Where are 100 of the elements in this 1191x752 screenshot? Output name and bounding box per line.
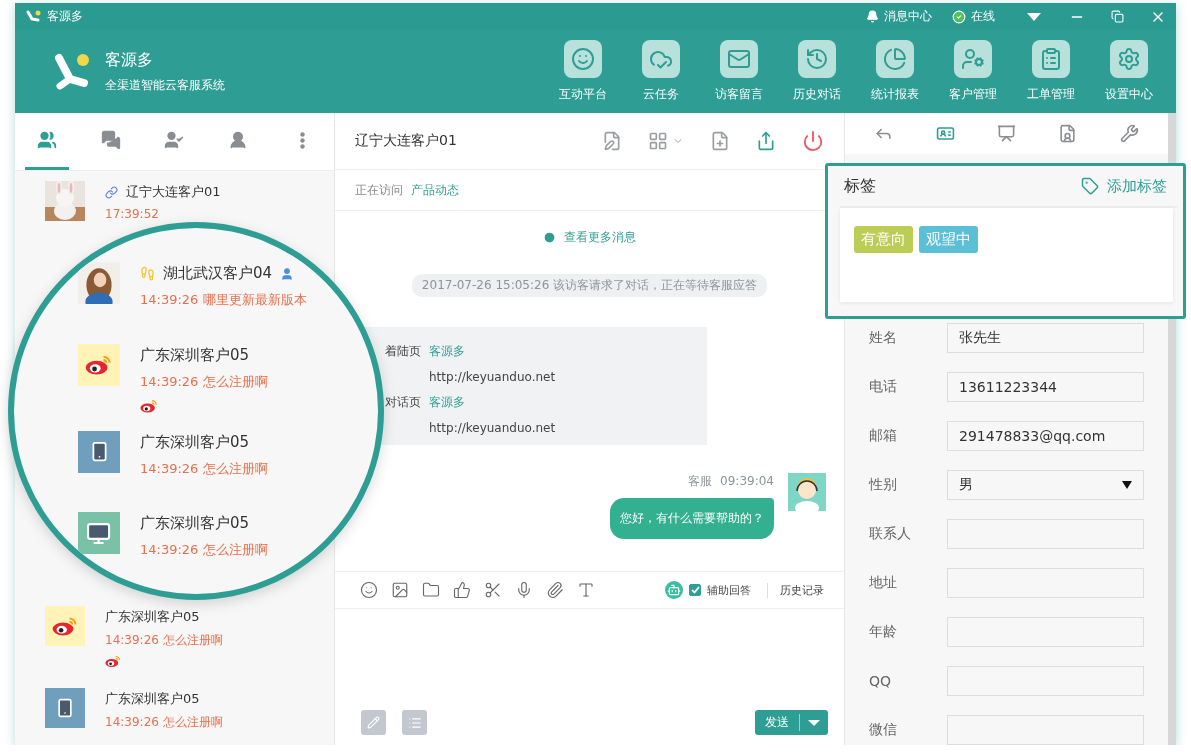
restore-icon[interactable] xyxy=(1111,10,1124,23)
add-tag-button[interactable]: 添加标签 xyxy=(1081,176,1167,196)
tag-icon xyxy=(1081,177,1099,195)
visit-label: 对话页 xyxy=(385,394,422,411)
caret-icon xyxy=(1122,481,1132,489)
message-center-button[interactable]: 消息中心 xyxy=(866,8,932,25)
input-field[interactable]: 张先生 xyxy=(947,323,1144,353)
input-field[interactable] xyxy=(947,666,1144,696)
input-field[interactable] xyxy=(947,715,1144,745)
field-label: 联系人 xyxy=(869,525,912,543)
status-button[interactable]: 在线 xyxy=(952,8,995,25)
select-field[interactable]: 男 xyxy=(947,470,1144,500)
monitor-icon xyxy=(86,520,112,546)
input-field[interactable] xyxy=(947,617,1144,647)
more-messages-link[interactable]: 查看更多消息 xyxy=(564,229,636,246)
last-message: 17:39:52 xyxy=(105,207,160,221)
contact-card-icon xyxy=(935,124,955,143)
nav-item[interactable]: 访客留言 xyxy=(700,40,778,103)
tags-title: 标签 xyxy=(844,175,876,197)
message-input[interactable]: 发送 xyxy=(335,609,844,745)
smiley-icon[interactable] xyxy=(359,580,378,600)
cloud-check-icon xyxy=(642,40,680,78)
field-label: 电话 xyxy=(869,378,898,396)
pencil-icon xyxy=(367,716,380,729)
assist-label: 辅助回答 xyxy=(707,582,751,598)
agent-avatar xyxy=(788,473,826,511)
weibo-icon xyxy=(85,353,113,376)
history-icon xyxy=(798,40,836,78)
file-plus-icon[interactable] xyxy=(710,131,730,151)
last-message: 14:39:26 怎么注册啊 xyxy=(105,713,223,731)
app-name: 客源多 xyxy=(47,8,83,25)
customer-name[interactable]: 广东深圳客户05 xyxy=(140,432,250,452)
customer-name[interactable]: 广东深圳客户05 xyxy=(105,689,200,708)
more-icon xyxy=(299,131,305,149)
nav-item[interactable]: 历史对话 xyxy=(778,40,856,103)
customer-name[interactable]: 湖北武汉客户04 xyxy=(163,264,273,283)
assist-checkbox[interactable] xyxy=(689,584,701,596)
weibo-icon xyxy=(140,398,158,413)
smartphone-icon xyxy=(55,697,75,718)
input-field[interactable]: 291478833@qq.com xyxy=(947,421,1144,451)
users-icon xyxy=(36,130,57,150)
nav-item[interactable]: 工单管理 xyxy=(1012,40,1090,103)
customer-name[interactable]: 广东深圳客户05 xyxy=(105,608,200,626)
input-field[interactable] xyxy=(947,519,1144,549)
wrench-icon xyxy=(1119,124,1139,143)
thumbs-up-icon[interactable] xyxy=(452,580,471,600)
site-link[interactable]: 客源多 xyxy=(429,343,707,360)
send-button[interactable]: 发送 xyxy=(755,710,828,735)
tag-chip: 有意向 xyxy=(854,226,913,253)
last-message: 14:39:26 怎么注册啊 xyxy=(105,632,223,649)
user-check-icon xyxy=(164,130,185,150)
share-icon[interactable] xyxy=(756,131,776,151)
field-label: 姓名 xyxy=(869,329,898,347)
customer-name[interactable]: 广东深圳客户05 xyxy=(140,514,250,534)
chat-bubbles-icon xyxy=(100,130,121,150)
edit-icon[interactable] xyxy=(602,131,622,151)
visiting-page-link[interactable]: 产品动态 xyxy=(411,181,459,199)
history-button[interactable]: 历史记录 xyxy=(767,582,824,598)
dropdown-icon[interactable] xyxy=(1027,11,1041,22)
last-message: 14:39:26 怎么注册啊 xyxy=(140,459,268,478)
nav-item[interactable]: 云任务 xyxy=(622,40,700,103)
weibo-icon xyxy=(52,615,78,637)
visit-url: http://keyuanduo.net xyxy=(429,421,557,435)
nav-item[interactable]: 统计报表 xyxy=(856,40,934,103)
tag-chip: 观望中 xyxy=(919,226,978,253)
nav-item[interactable]: 设置中心 xyxy=(1090,40,1168,103)
visiting-label: 正在访问 xyxy=(355,181,403,199)
robot-icon xyxy=(665,581,683,599)
folder-icon[interactable] xyxy=(421,580,440,600)
brand-slogan: 全渠道智能云客服系统 xyxy=(105,76,225,94)
clipboard-icon xyxy=(1032,40,1070,78)
weibo-icon xyxy=(105,655,121,668)
last-message: 14:39:26 哪里更新最新版本 xyxy=(140,291,307,309)
power-icon[interactable] xyxy=(802,130,824,152)
input-field[interactable] xyxy=(947,568,1144,598)
bell-icon xyxy=(866,10,879,23)
pen-button[interactable] xyxy=(361,710,386,735)
visit-url: http://keyuanduo.net xyxy=(429,370,557,384)
input-field[interactable]: 13611223344 xyxy=(947,372,1144,402)
message-meta: 客服 09:39:04 xyxy=(688,473,774,490)
chat-title: 辽宁大连客户01 xyxy=(355,132,457,150)
scissors-icon[interactable] xyxy=(483,580,502,600)
message-bubble: 您好，有什么需要帮助的？ xyxy=(610,498,774,539)
pie-chart-icon xyxy=(876,40,914,78)
paperclip-icon[interactable] xyxy=(545,580,564,600)
image-icon[interactable] xyxy=(390,580,409,600)
smiley-icon xyxy=(564,40,602,78)
visit-label: 着陆页 xyxy=(385,343,422,360)
grid-menu-icon[interactable] xyxy=(648,131,684,151)
envelope-icon xyxy=(720,40,758,78)
nav-item[interactable]: 互动平台 xyxy=(544,40,622,103)
customer-name[interactable]: 辽宁大连客户01 xyxy=(126,183,221,201)
customer-name[interactable]: 广东深圳客户05 xyxy=(140,345,250,365)
logo-icon xyxy=(25,9,41,24)
field-label: 微信 xyxy=(869,721,898,739)
nav-item[interactable]: 客户管理 xyxy=(934,40,1012,103)
last-message: 14:39:26 怎么注册啊 xyxy=(140,541,268,560)
site-link[interactable]: 客源多 xyxy=(429,394,707,411)
field-label: 邮箱 xyxy=(869,427,898,445)
text-format-icon[interactable] xyxy=(576,580,595,600)
